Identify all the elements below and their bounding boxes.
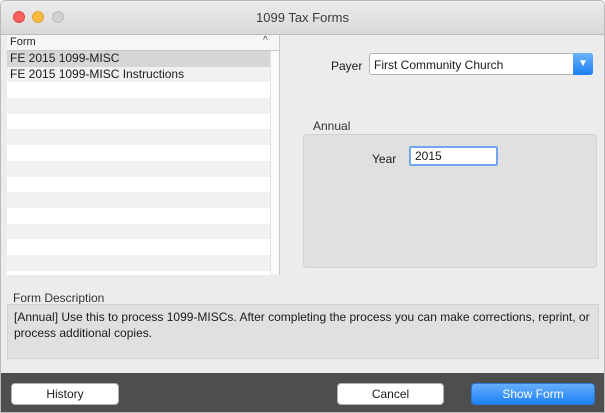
empty-list-row bbox=[7, 160, 270, 177]
form-list: Form ^ FE 2015 1099-MISC FE 2015 1099-MI… bbox=[7, 35, 280, 275]
form-description-label: Form Description bbox=[13, 291, 105, 305]
empty-list-row bbox=[7, 82, 270, 99]
payer-selected-value: First Community Church bbox=[374, 58, 504, 72]
year-label: Year bbox=[372, 152, 397, 166]
form-list-item-1099-misc-instructions[interactable]: FE 2015 1099-MISC Instructions bbox=[7, 66, 270, 83]
show-form-button[interactable]: Show Form bbox=[471, 383, 595, 405]
empty-list-row bbox=[7, 223, 270, 240]
empty-list-row bbox=[7, 207, 270, 224]
form-list-rows: FE 2015 1099-MISC FE 2015 1099-MISC Inst… bbox=[7, 51, 270, 271]
form-column-label: Form bbox=[10, 36, 36, 48]
title-bar: 1099 Tax Forms bbox=[1, 1, 604, 35]
history-button[interactable]: History bbox=[11, 383, 119, 405]
annual-group-label: Annual bbox=[313, 119, 351, 133]
window-title: 1099 Tax Forms bbox=[256, 10, 349, 25]
empty-list-row bbox=[7, 192, 270, 208]
chevron-down-icon[interactable]: ▼ bbox=[573, 53, 593, 75]
sort-ascending-icon[interactable]: ^ bbox=[263, 35, 268, 46]
empty-list-row bbox=[7, 145, 270, 161]
empty-list-row bbox=[7, 113, 270, 130]
empty-list-row bbox=[7, 98, 270, 114]
empty-list-row bbox=[7, 129, 270, 146]
list-scrollbar[interactable] bbox=[270, 51, 279, 275]
cancel-button[interactable]: Cancel bbox=[337, 383, 444, 405]
empty-list-row bbox=[7, 239, 270, 255]
empty-list-row bbox=[7, 176, 270, 193]
payer-select[interactable]: First Community Church ▼ bbox=[369, 53, 593, 75]
tax-forms-window: 1099 Tax Forms Form ^ FE 2015 1099-MISC … bbox=[0, 0, 605, 413]
empty-list-row bbox=[7, 254, 270, 271]
payer-label: Payer bbox=[331, 59, 363, 73]
year-input[interactable]: 2015 bbox=[409, 146, 498, 166]
form-column-header[interactable]: Form ^ bbox=[7, 35, 279, 51]
form-list-item-1099-misc[interactable]: FE 2015 1099-MISC bbox=[7, 51, 270, 67]
form-description-text: [Annual] Use this to process 1099-MISCs.… bbox=[7, 304, 599, 359]
